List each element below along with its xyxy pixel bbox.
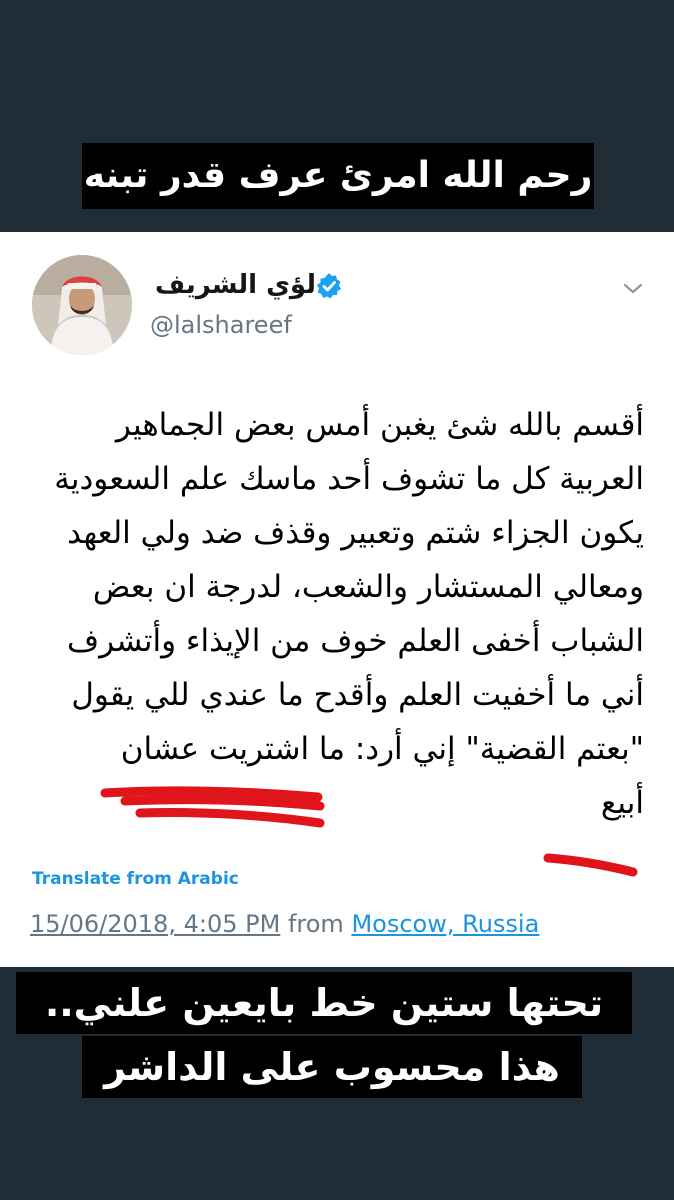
tweet-text-line: الشباب أخفى العلم خوف من الإيذاء وأتشرف [66, 623, 644, 659]
tweet-meta: 15/06/2018, 4:05 PM from Moscow, Russia [30, 906, 650, 942]
avatar[interactable] [32, 255, 132, 355]
bottom-caption-line2: هذا محسوب على الداشر [82, 1036, 582, 1098]
from-label: from [287, 910, 344, 938]
location-link[interactable]: Moscow, Russia [351, 910, 539, 938]
tweet-text: أقسم بالله شئ يغبن أمس بعض الجماهير العر… [28, 398, 644, 830]
tweet-text-line: ومعالي المستشار والشعب، لدرجة ان بعض [92, 569, 644, 605]
chevron-down-icon[interactable] [622, 282, 644, 296]
tweet-text-line: "بعتم القضية" إني أرد: ما اشتريت عشان [120, 731, 644, 767]
verified-badge-icon [317, 273, 341, 299]
display-name[interactable]: لؤي الشريف [146, 268, 316, 302]
tweet-text-line: أقسم بالله شئ يغبن أمس بعض الجماهير [115, 407, 644, 443]
top-caption: رحم الله امرئ عرف قدر تبنه [82, 143, 594, 209]
tweet-text-line: أني ما أخفيت العلم وأقدح ما عندي للي يقو… [71, 677, 644, 713]
tweet-text-line: العربية كل ما تشوف أحد ماسك علم السعودية [54, 461, 644, 497]
user-handle[interactable]: @lalshareef [150, 308, 370, 342]
translate-link[interactable]: Translate from Arabic [32, 866, 332, 892]
bottom-caption-line1: تحتها ستين خط بايعين علني.. [16, 972, 632, 1034]
tweet-text-line: أبيع [600, 785, 644, 821]
tweet-text-line: يكون الجزاء شتم وتعبير وقذف ضد ولي العهد [67, 515, 644, 551]
timestamp-link[interactable]: 15/06/2018, 4:05 PM [30, 910, 280, 938]
